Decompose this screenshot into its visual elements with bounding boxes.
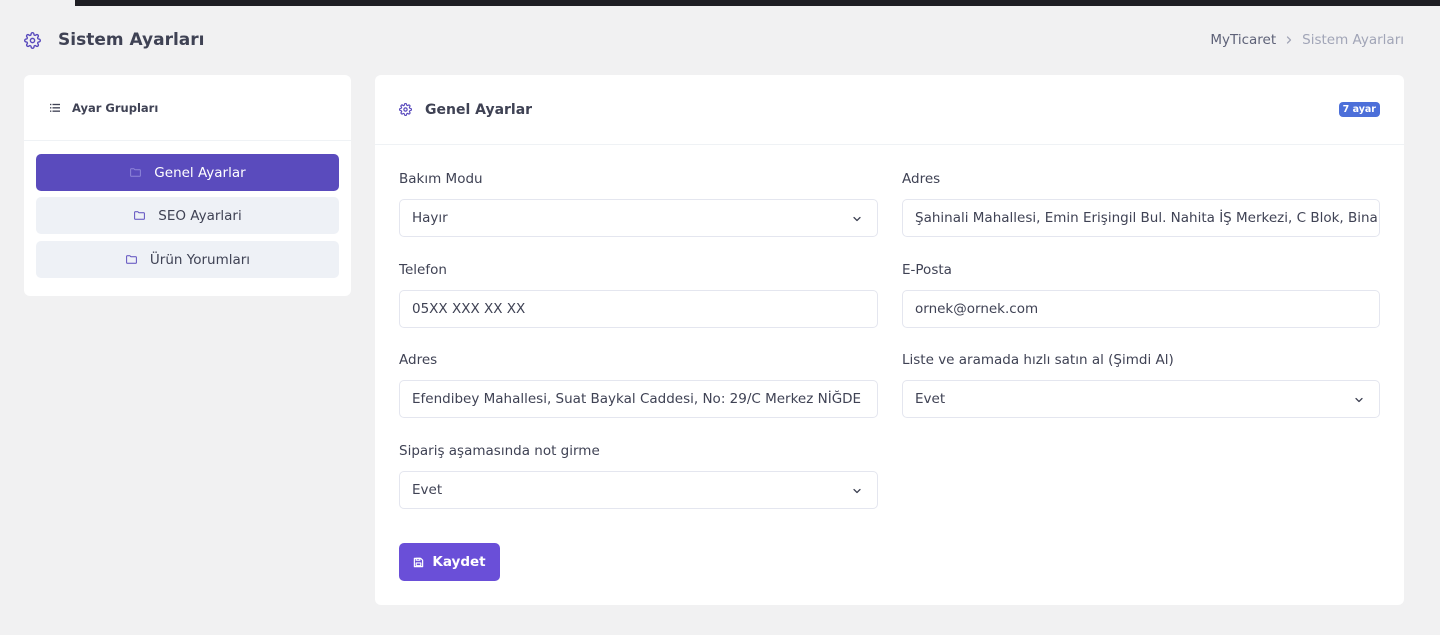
maintenance-mode-select[interactable]: Hayır (399, 199, 878, 237)
top-bar (75, 0, 1440, 6)
save-icon (414, 557, 424, 567)
address-input-2[interactable]: Efendibey Mahallesi, Suat Baykal Caddesi… (399, 380, 878, 418)
save-button[interactable]: Kaydet (399, 543, 500, 581)
quick-buy-select[interactable]: Evet (902, 380, 1380, 418)
page-header: Sistem Ayarları MyTicaret Sistem Ayarlar… (24, 28, 1404, 52)
phone-input[interactable]: 05XX XXX XX XX (399, 290, 878, 328)
sidebar-item-label: Genel Ayarlar (154, 164, 246, 181)
select-value: Evet (915, 391, 946, 407)
sidebar-item-urun-yorumlari[interactable]: Ürün Yorumları (36, 241, 339, 278)
sidebar-item-seo-ayarlari[interactable]: SEO Ayarlari (36, 197, 339, 234)
card-title: Genel Ayarlar (425, 101, 533, 118)
select-value: Hayır (412, 210, 448, 226)
input-value: Şahinali Mahallesi, Emin Erişingil Bul. … (915, 210, 1380, 226)
email-input[interactable]: ornek@ornek.com (902, 290, 1380, 328)
folder-icon (126, 255, 137, 264)
breadcrumb: MyTicaret Sistem Ayarları (1210, 32, 1404, 48)
sidebar-item-genel-ayarlar[interactable]: Genel Ayarlar (36, 154, 339, 191)
sidebar-item-label: SEO Ayarlari (158, 207, 242, 224)
gear-icon (399, 103, 412, 116)
breadcrumb-home[interactable]: MyTicaret (1210, 32, 1276, 48)
email-field: E-Posta ornek@ornek.com (902, 262, 1380, 328)
phone-field: Telefon 05XX XXX XX XX (399, 262, 878, 328)
select-value: Evet (412, 482, 443, 498)
chevron-down-icon (853, 488, 861, 494)
sidebar-item-label: Ürün Yorumları (149, 251, 251, 268)
address-field-1: Adres Şahinali Mahallesi, Emin Erişingil… (902, 171, 1380, 237)
folder-icon (130, 168, 142, 177)
order-note-field: Sipariş aşamasında not girme Evet (399, 443, 878, 509)
settings-groups-title: Ayar Grupları (72, 100, 159, 115)
field-label: Bakım Modu (399, 171, 483, 187)
gear-icon (24, 31, 41, 49)
settings-groups-header: Ayar Grupları (24, 75, 351, 141)
chevron-down-icon (1355, 397, 1363, 403)
page-title: Sistem Ayarları (58, 30, 205, 50)
field-label: E-Posta (902, 262, 952, 278)
quick-buy-field: Liste ve aramada hızlı satın al (Şimdi A… (902, 352, 1380, 418)
general-settings-title-wrap: Genel Ayarlar (399, 102, 532, 118)
field-label: Sipariş aşamasında not girme (399, 443, 600, 459)
address-field-2: Adres Efendibey Mahallesi, Suat Baykal C… (399, 352, 878, 418)
field-label: Adres (902, 171, 941, 187)
input-value: 05XX XXX XX XX (412, 301, 526, 317)
save-button-label: Kaydet (432, 554, 486, 570)
order-note-select[interactable]: Evet (399, 471, 878, 509)
general-settings-card: Genel Ayarlar 7 ayar Bakım Modu Hayır Ad… (375, 75, 1404, 605)
settings-groups-card: Ayar Grupları Genel Ayarlar SEO Ayarlari… (24, 75, 351, 296)
address-input-1[interactable]: Şahinali Mahallesi, Emin Erişingil Bul. … (902, 199, 1380, 237)
settings-count-badge: 7 ayar (1338, 102, 1380, 117)
list-icon (50, 103, 60, 112)
breadcrumb-current: Sistem Ayarları (1302, 32, 1404, 48)
field-label: Adres (399, 352, 438, 368)
general-settings-header: Genel Ayarlar 7 ayar (375, 75, 1404, 145)
input-value: ornek@ornek.com (915, 301, 1039, 317)
chevron-right-icon (1287, 36, 1292, 44)
folder-icon (134, 211, 146, 220)
chevron-down-icon (853, 216, 861, 222)
maintenance-mode-field: Bakım Modu Hayır (399, 171, 878, 237)
input-value: Efendibey Mahallesi, Suat Baykal Caddesi… (412, 391, 862, 407)
field-label: Liste ve aramada hızlı satın al (Şimdi A… (902, 352, 1174, 368)
field-label: Telefon (399, 262, 447, 278)
page-title-wrap: Sistem Ayarları (24, 30, 204, 50)
